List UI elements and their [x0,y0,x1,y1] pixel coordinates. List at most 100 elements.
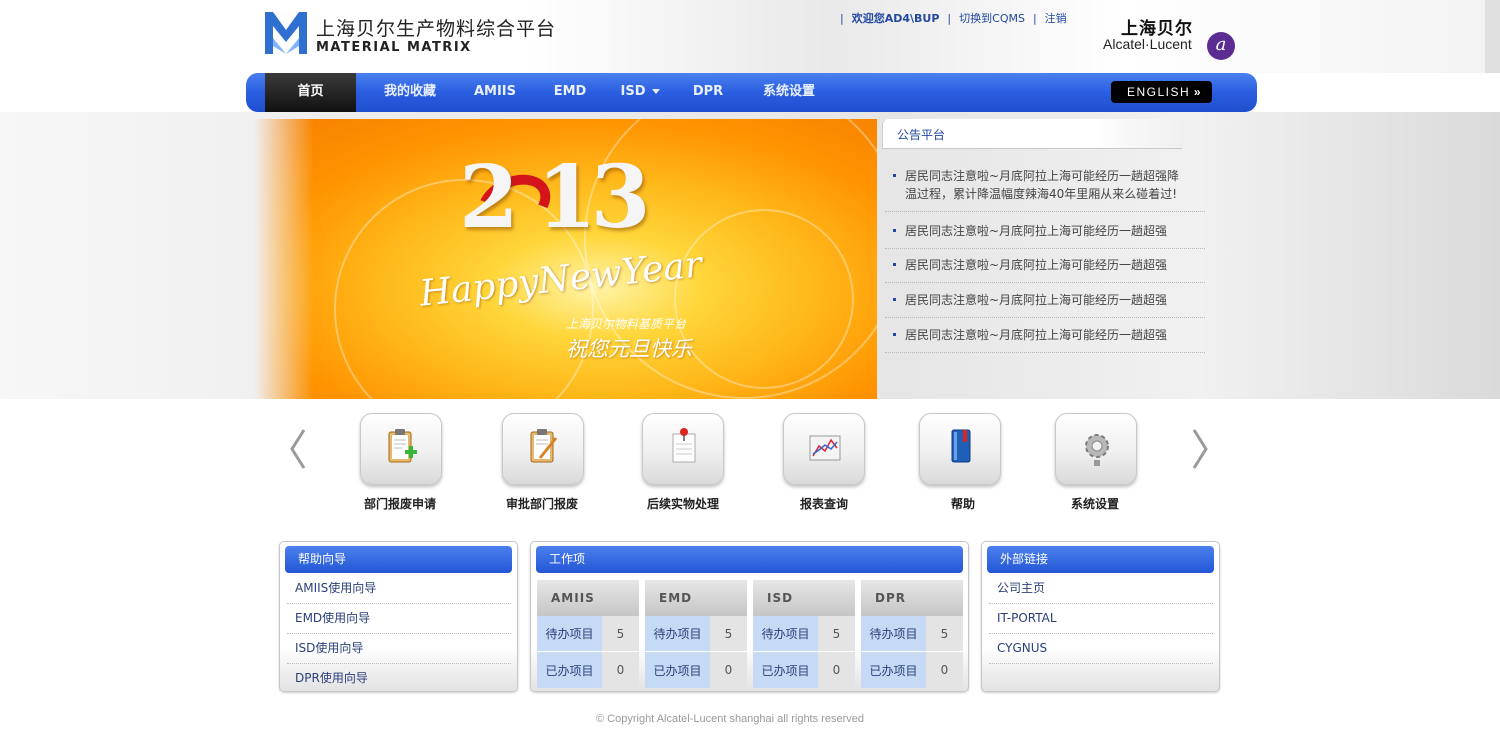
main-nav: 首页 我的收藏 AMIIS EMD ISD DPR 系统设置 ENGLISH» [246,73,1257,112]
todo-link-isd[interactable]: 待办项目 [753,616,818,652]
english-button[interactable]: ENGLISH» [1111,81,1212,103]
todo-count-amiis: 5 [602,616,639,652]
external-panel-title: 外部链接 [987,546,1214,573]
todo-count-emd: 5 [710,616,747,652]
done-link-isd[interactable]: 已办项目 [753,652,818,688]
nav-item-isd[interactable]: ISD [612,73,668,112]
help-panel: 帮助向导 AMIIS使用向导 EMD使用向导 ISD使用向导 DPR使用向导 [279,541,518,692]
clipboard-edit-icon [530,429,558,463]
notice-item[interactable]: 居民同志注意啦~月底阿拉上海可能经历一趟超强降温过程，累计降温幅度辣海40年里厢… [885,163,1205,212]
nav-isd-label: ISD [620,84,646,99]
pinned-note-icon [672,428,696,463]
shortcut-scrap-request[interactable] [360,413,442,485]
notice-item[interactable]: 居民同志注意啦~月底阿拉上海可能经历一趟超强 [885,283,1205,318]
notice-item[interactable]: 居民同志注意啦~月底阿拉上海可能经历一趟超强 [885,318,1205,353]
notice-item[interactable]: 居民同志注意啦~月底阿拉上海可能经历一趟超强 [885,249,1205,283]
alcatel-lucent-mark-icon: a [1207,32,1235,60]
banner-year: 2 13 [459,147,650,248]
chart-icon [809,435,841,461]
alcatel-lucent-logo: 上海贝尔 Alcatel·Lucent a [1103,14,1238,62]
todo-link-dpr[interactable]: 待办项目 [861,616,926,652]
shortcut-report-query[interactable] [783,413,865,485]
work-col-dpr: DPR [861,580,963,616]
external-links-panel: 外部链接 公司主页 IT-PORTAL CYGNUS [981,541,1220,692]
brand-name-cn: 上海贝尔生产物料综合平台 [316,18,557,40]
notice-item[interactable]: 居民同志注意啦~月底阿拉上海可能经历一趟超强 [885,212,1205,249]
new-year-banner[interactable]: 2 13 HappyNewYear 上海贝尔物料基质平台 祝您元旦快乐 [254,119,877,399]
separator: | [840,11,844,25]
done-count-emd: 0 [710,652,747,688]
top-links: | 欢迎您AD4\BUP | 切换到CQMS | 注销 [832,10,1067,26]
nav-item-home[interactable]: 首页 [265,73,356,112]
bullet-icon [893,263,896,266]
nav-item-amiis[interactable]: AMIIS [464,73,526,112]
shortcut-label[interactable]: 审批部门报废 [472,495,612,512]
chevron-left-icon[interactable] [288,428,308,470]
switch-cqms-link[interactable]: 切换到CQMS [959,10,1025,26]
separator: | [1032,11,1037,25]
notice-board: 公告平台 居民同志注意啦~月底阿拉上海可能经历一趟超强降温过程，累计降温幅度辣海… [880,119,1206,374]
work-panel-title: 工作项 [536,546,963,573]
welcome-user-link[interactable]: 欢迎您AD4\BUP [852,10,940,26]
shortcut-system-settings[interactable] [1055,413,1137,485]
notice-title: 公告平台 [897,128,946,142]
banner-line-2: 祝您元旦快乐 [566,337,692,361]
bullet-icon [893,229,896,232]
external-link-cygnus[interactable]: CYGNUS [989,634,1213,664]
work-col-isd: ISD [753,580,855,616]
work-col-amiis: AMIIS [537,580,639,616]
help-link-amiis[interactable]: AMIIS使用向导 [287,574,511,604]
shortcut-physical-processing[interactable] [642,413,724,485]
header-edge [1485,0,1500,73]
separator: | [947,11,952,25]
work-panel: 工作项 AMIIS EMD ISD DPR 待办项目 5 待办项目 5 待办项目 5 … [530,541,969,692]
shortcut-label[interactable]: 帮助 [893,495,1033,512]
chevron-right-icon[interactable] [1190,428,1210,470]
shortcut-label[interactable]: 系统设置 [1025,495,1165,512]
nav-item-emd[interactable]: EMD [540,73,600,112]
banner-line-1: 上海贝尔物料基质平台 [566,317,687,331]
english-label: ENGLISH [1127,85,1191,99]
notice-tab: 公告平台 [882,119,1182,149]
shortcut-label[interactable]: 后续实物处理 [613,495,753,512]
logout-link[interactable]: 注销 [1045,10,1067,26]
done-link-emd[interactable]: 已办项目 [645,652,710,688]
notice-text: 居民同志注意啦~月底阿拉上海可能经历一趟超强 [905,293,1168,307]
gear-icon [1085,434,1109,466]
external-link-it-portal[interactable]: IT-PORTAL [989,604,1213,634]
done-count-dpr: 0 [926,652,963,688]
brand-name-en: MATERIAL MATRIX [316,40,472,55]
help-link-list: AMIIS使用向导 EMD使用向导 ISD使用向导 DPR使用向导 [287,574,511,694]
todo-link-amiis[interactable]: 待办项目 [537,616,602,652]
banner-fade [254,119,314,399]
shortcut-help[interactable] [919,413,1001,485]
shortcut-label[interactable]: 报表查询 [754,495,894,512]
bullet-icon [893,174,896,177]
book-icon [951,429,971,463]
external-link-homepage[interactable]: 公司主页 [989,574,1213,604]
done-link-amiis[interactable]: 已办项目 [537,652,602,688]
notice-text: 居民同志注意啦~月底阿拉上海可能经历一趟超强降温过程，累计降温幅度辣海40年里厢… [905,169,1180,201]
external-link-list: 公司主页 IT-PORTAL CYGNUS [989,574,1213,664]
notice-list: 居民同志注意啦~月底阿拉上海可能经历一趟超强降温过程，累计降温幅度辣海40年里厢… [885,163,1205,353]
matrix-logo-icon [265,12,307,54]
shortcut-label[interactable]: 部门报废申请 [330,495,470,512]
caret-down-icon [651,89,660,94]
nav-item-settings[interactable]: 系统设置 [751,73,827,112]
help-panel-title: 帮助向导 [285,546,512,573]
help-link-emd[interactable]: EMD使用向导 [287,604,511,634]
header: 上海贝尔生产物料综合平台 MATERIAL MATRIX | 欢迎您AD4\BU… [0,0,1500,73]
notice-text: 居民同志注意啦~月底阿拉上海可能经历一趟超强 [905,258,1168,272]
nav-item-favorites[interactable]: 我的收藏 [371,73,449,112]
nav-item-dpr[interactable]: DPR [680,73,736,112]
done-count-amiis: 0 [602,652,639,688]
done-link-dpr[interactable]: 已办项目 [861,652,926,688]
clipboard-add-icon [388,429,417,463]
help-link-isd[interactable]: ISD使用向导 [287,634,511,664]
shortcut-approve-scrap[interactable] [502,413,584,485]
help-link-dpr[interactable]: DPR使用向导 [287,664,511,694]
decor-ring [674,209,854,389]
work-table: AMIIS EMD ISD DPR 待办项目 5 待办项目 5 待办项目 5 待办项目… [537,580,963,688]
done-count-isd: 0 [818,652,855,688]
todo-link-emd[interactable]: 待办项目 [645,616,710,652]
